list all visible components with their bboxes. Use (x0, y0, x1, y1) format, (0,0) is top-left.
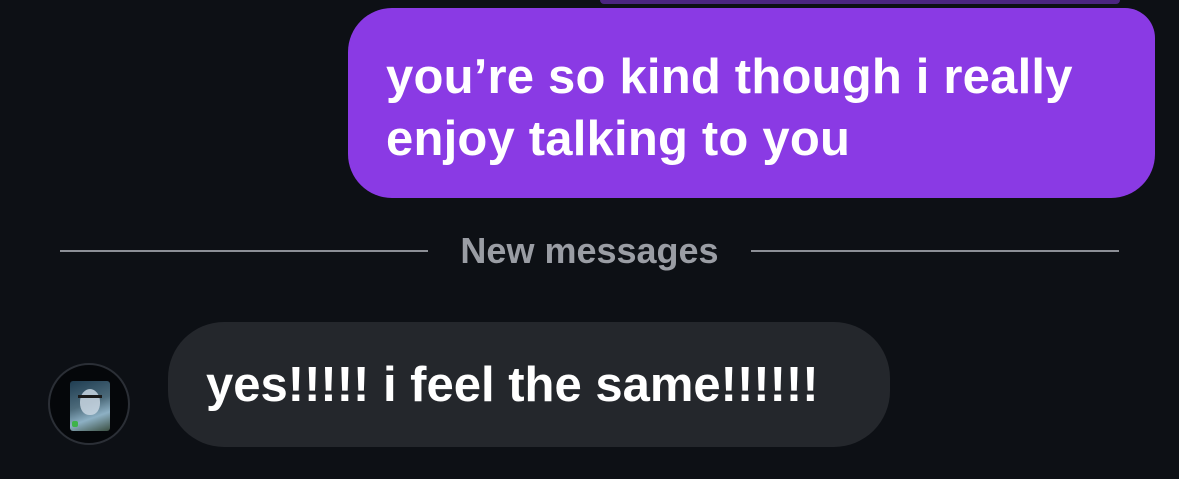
new-messages-label: New messages (460, 230, 719, 271)
avatar-glasses (78, 395, 102, 403)
outgoing-message-bubble[interactable]: you’re so kind though i really enjoy tal… (348, 8, 1155, 198)
outgoing-message-text: you’re so kind though i really enjoy tal… (386, 50, 1073, 166)
incoming-message-text: yes!!!!! i feel the same!!!!!! (206, 357, 819, 412)
avatar-detail (72, 421, 78, 427)
previous-message-bubble-edge[interactable] (600, 0, 1120, 4)
divider-line-right (750, 250, 1119, 252)
new-messages-divider: New messages (60, 226, 1119, 276)
incoming-message-bubble[interactable]: yes!!!!! i feel the same!!!!!! (168, 322, 890, 447)
sender-avatar[interactable] (48, 363, 130, 445)
divider-line-left (60, 250, 429, 252)
chat-thread: you’re so kind though i really enjoy tal… (0, 0, 1179, 479)
